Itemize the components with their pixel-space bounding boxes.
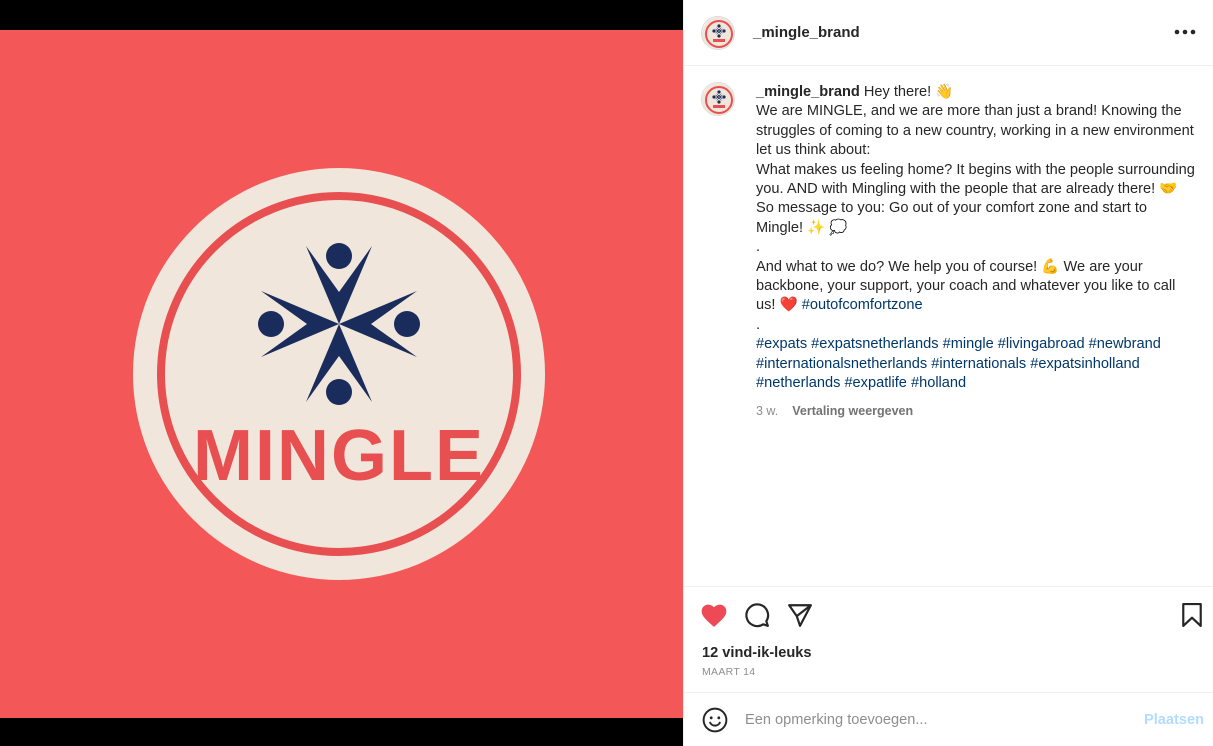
caption-username[interactable]: _mingle_brand	[756, 84, 860, 100]
caption-line: .	[756, 239, 761, 256]
post-header: _mingle_brand	[684, 0, 1213, 66]
smiley-icon[interactable]	[701, 706, 729, 734]
hashtag-link[interactable]: #outofcomfortzone	[802, 297, 923, 313]
brand-wordmark: MINGLE	[193, 416, 485, 496]
more-options-icon[interactable]	[1170, 20, 1200, 44]
post-details-panel: _mingle_brand _mingle_brand Hey there! 👋…	[683, 0, 1213, 746]
header-username[interactable]: _mingle_brand	[753, 24, 860, 41]
caption-section: _mingle_brand Hey there! 👋 We are MINGLE…	[684, 66, 1213, 586]
post-comment-button[interactable]: Plaatsen	[1144, 712, 1204, 728]
post-date[interactable]: MAART 14	[702, 666, 755, 678]
caption-text: _mingle_brand Hey there! 👋 We are MINGLE…	[756, 83, 1196, 421]
post-image[interactable]: MINGLE	[0, 30, 683, 718]
avatar[interactable]	[701, 82, 735, 116]
caption-meta: 3 w. Vertaling weergeven	[756, 402, 1196, 421]
caption-line: .	[756, 316, 761, 333]
comment-bar: Plaatsen	[684, 692, 1213, 746]
comment-input[interactable]	[745, 711, 1130, 728]
comment-icon[interactable]	[743, 601, 771, 629]
send-icon[interactable]	[786, 601, 814, 629]
caption-line: We are MINGLE, and we are more than just…	[756, 103, 1194, 159]
caption-greeting: Hey there! 👋	[863, 84, 954, 100]
post-age[interactable]: 3 w.	[756, 402, 778, 421]
translate-button[interactable]: Vertaling weergeven	[792, 402, 913, 421]
logo-outer-circle	[133, 168, 545, 580]
caption-line: So message to you: Go out of your comfor…	[756, 200, 1147, 236]
likes-count[interactable]: 12 vind-ik-leuks	[702, 645, 812, 661]
mingle-logo: MINGLE	[133, 168, 545, 580]
post-media[interactable]: MINGLE	[0, 0, 683, 746]
heart-filled-icon[interactable]	[700, 601, 728, 629]
action-bar	[684, 586, 1213, 640]
caption-line: What makes us feeling home? It begins wi…	[756, 161, 1195, 198]
avatar[interactable]	[701, 15, 735, 50]
bookmark-icon[interactable]	[1178, 601, 1206, 629]
hashtags[interactable]: #expats #expatsnetherlands #mingle #livi…	[756, 335, 1196, 393]
